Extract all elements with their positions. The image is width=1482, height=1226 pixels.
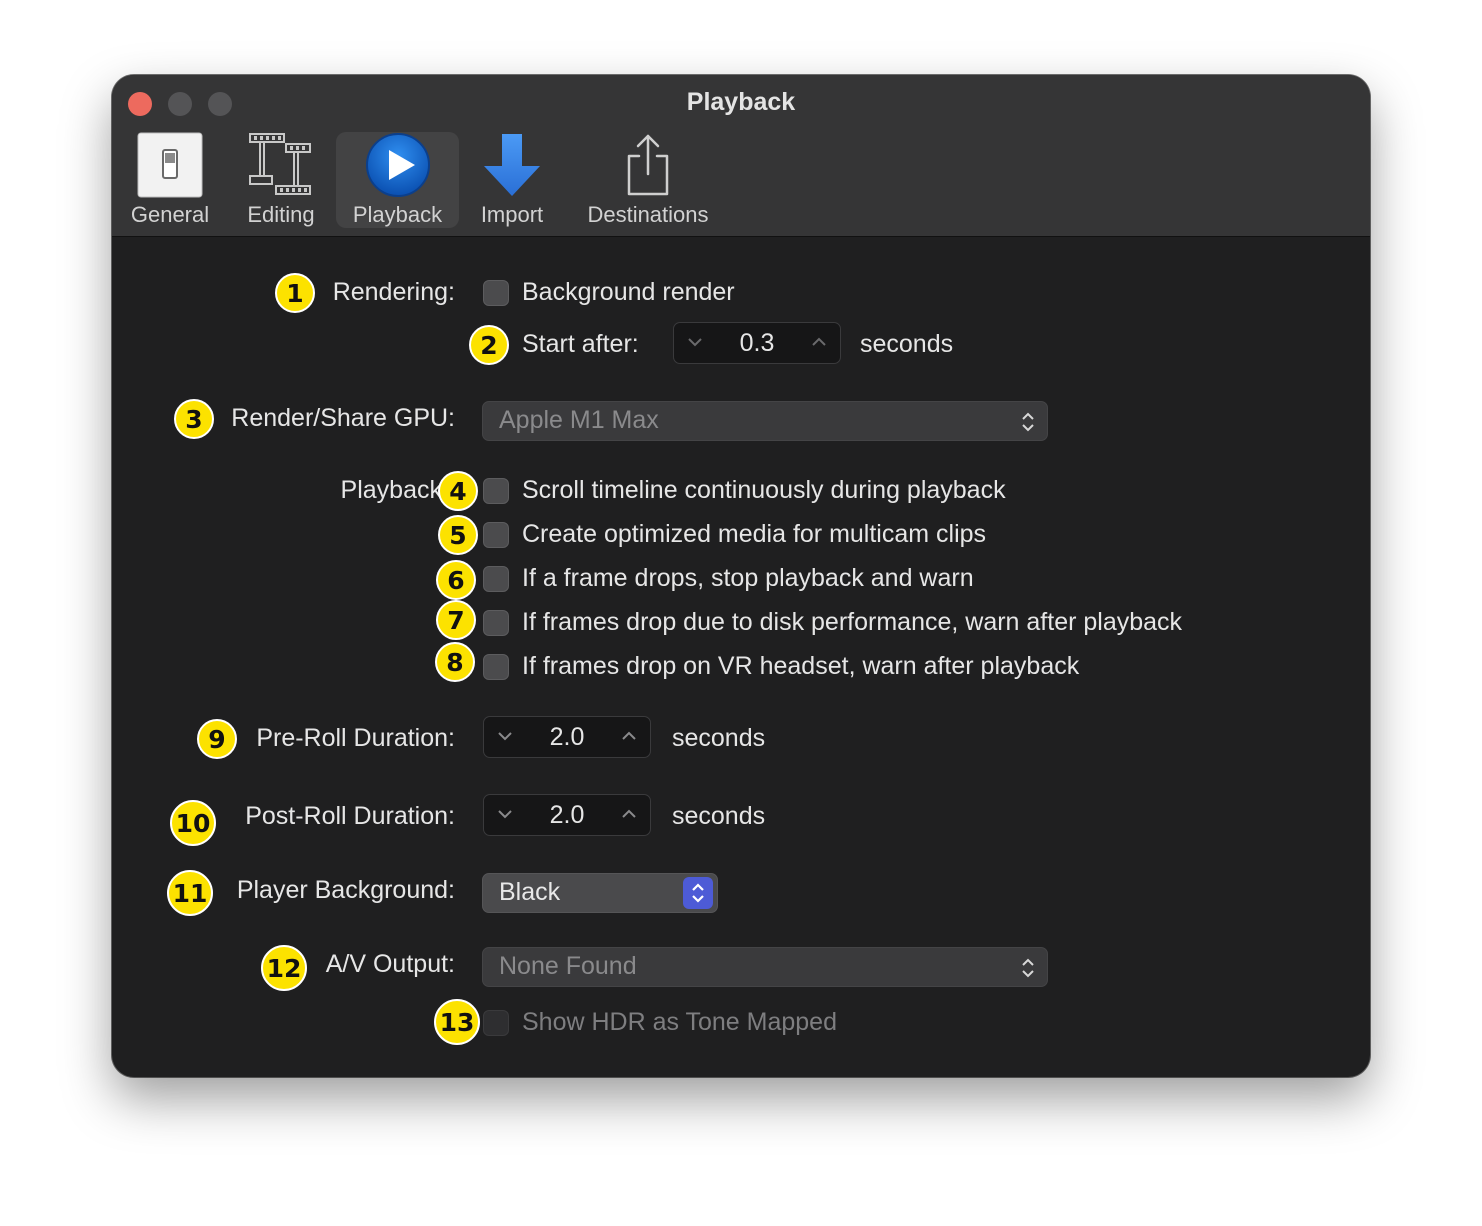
playback-label: Playback [340, 476, 442, 504]
annotation-badge-11: 11 [167, 870, 213, 916]
hdr-tone-mapped-checkbox[interactable] [483, 1010, 509, 1036]
annotation-badge-3: 3 [174, 399, 214, 439]
player-bg-popup[interactable]: Black [482, 873, 718, 913]
start-after-stepper[interactable]: 0.3 [673, 322, 841, 364]
optimized-media-label: Create optimized media for multicam clip… [522, 520, 987, 548]
chevron-up-icon[interactable] [618, 803, 640, 825]
player-bg-value: Black [499, 878, 561, 906]
av-output-value: None Found [499, 952, 637, 980]
preferences-window: Playback General Editing Playback Import… [112, 75, 1370, 1077]
rendering-label: Rendering: [332, 278, 455, 306]
tab-import-label: Import [480, 202, 544, 227]
postroll-unit: seconds [672, 802, 766, 830]
disk-frame-drop-checkbox[interactable] [483, 610, 509, 636]
preroll-unit: seconds [672, 724, 766, 752]
gpu-value: Apple M1 Max [499, 406, 659, 434]
tab-playback[interactable]: Playback [336, 132, 459, 228]
vr-frame-drop-label: If frames drop on VR headset, warn after… [522, 652, 1080, 680]
tab-general[interactable]: General [120, 132, 220, 228]
up-down-arrows-icon [692, 883, 704, 903]
playback-play-icon [365, 133, 431, 204]
share-icon [623, 132, 673, 203]
start-after-unit: seconds [860, 330, 954, 358]
scroll-timeline-label: Scroll timeline continuously during play… [522, 476, 1006, 504]
background-render-checkbox[interactable] [483, 280, 509, 306]
up-down-arrows-icon [1022, 412, 1034, 432]
postroll-label: Post-Roll Duration: [245, 802, 455, 830]
av-output-popup[interactable]: None Found [482, 947, 1048, 987]
window-title: Playback [686, 88, 796, 116]
annotation-badge-7: 7 [436, 600, 476, 640]
popup-button[interactable] [683, 877, 713, 909]
title-toolbar: Playback General Editing Playback Import… [112, 75, 1370, 237]
av-output-label: A/V Output: [325, 950, 455, 978]
preroll-stepper[interactable]: 2.0 [483, 716, 651, 758]
annotation-badge-12: 12 [261, 945, 307, 991]
annotation-badge-6: 6 [436, 560, 476, 600]
preroll-label: Pre-Roll Duration: [256, 724, 455, 752]
general-switch-icon [137, 132, 203, 203]
annotation-badge-13: 13 [434, 999, 480, 1045]
hdr-tone-mapped-label: Show HDR as Tone Mapped [522, 1008, 837, 1036]
annotation-badge-1: 1 [275, 273, 315, 313]
tab-editing[interactable]: Editing [230, 132, 332, 228]
tab-import[interactable]: Import [468, 132, 556, 228]
annotation-badge-4: 4 [438, 471, 478, 511]
chevron-up-icon[interactable] [808, 331, 830, 353]
annotation-badge-10: 10 [170, 800, 216, 846]
start-after-label: Start after: [522, 330, 639, 358]
background-render-label: Background render [522, 278, 735, 306]
up-down-arrows-icon [1022, 958, 1034, 978]
frame-drop-stop-checkbox[interactable] [483, 566, 509, 592]
tab-destinations[interactable]: Destinations [578, 132, 718, 228]
frame-drop-stop-label: If a frame drops, stop playback and warn [522, 564, 974, 592]
import-arrow-icon [482, 132, 542, 203]
tab-editing-label: Editing [247, 202, 315, 227]
postroll-stepper[interactable]: 2.0 [483, 794, 651, 836]
annotation-badge-5: 5 [438, 515, 478, 555]
vr-frame-drop-checkbox[interactable] [483, 654, 509, 680]
tab-playback-label: Playback [352, 202, 443, 227]
gpu-label: Render/Share GPU: [231, 404, 455, 432]
optimized-media-checkbox[interactable] [483, 522, 509, 548]
annotation-badge-2: 2 [469, 325, 509, 365]
annotation-badge-8: 8 [435, 642, 475, 682]
playback-settings-panel: Rendering: Background render Start after… [112, 237, 1370, 1077]
scroll-timeline-checkbox[interactable] [483, 478, 509, 504]
player-bg-label: Player Background: [236, 876, 455, 904]
tab-general-label: General [130, 202, 210, 227]
annotation-badge-9: 9 [197, 719, 237, 759]
editing-film-icon [246, 132, 316, 203]
chevron-up-icon[interactable] [618, 725, 640, 747]
gpu-popup[interactable]: Apple M1 Max [482, 401, 1048, 441]
tab-destinations-label: Destinations [587, 202, 709, 227]
disk-frame-drop-label: If frames drop due to disk performance, … [522, 608, 1183, 636]
